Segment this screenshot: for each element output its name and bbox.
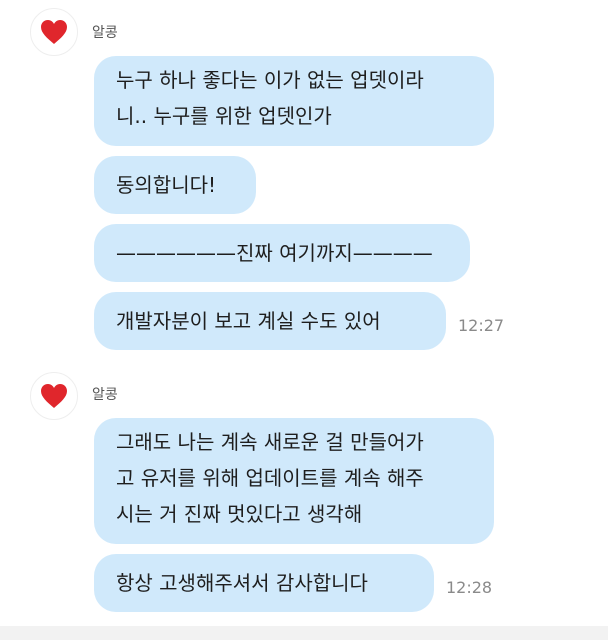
message-line: ——————진짜 여기까지———— <box>116 241 433 265</box>
heart-icon <box>41 20 67 44</box>
message-bubble[interactable]: 개발자분이 보고 계실 수도 있어 <box>94 292 446 350</box>
message-line: 항상 고생해주셔서 감사합니다 <box>116 571 368 595</box>
sender-name: 알콩 <box>92 25 118 41</box>
message-line: 누구 하나 좋다는 이가 없는 업뎃이라 <box>116 68 424 92</box>
message-timestamp: 12:28 <box>446 578 493 597</box>
avatar[interactable] <box>30 372 78 420</box>
avatar[interactable] <box>30 8 78 56</box>
heart-icon <box>41 384 67 408</box>
message-line: 그래도 나는 계속 새로운 걸 만들어가 <box>116 430 424 454</box>
message-timestamp: 12:27 <box>458 316 505 335</box>
message-line: 동의합니다! <box>116 173 217 197</box>
message-line: 니.. 누구를 위한 업뎃인가 <box>116 104 332 128</box>
message-bubble[interactable]: 항상 고생해주셔서 감사합니다 <box>94 554 434 612</box>
message-bubble[interactable]: 그래도 나는 계속 새로운 걸 만들어가 고 유저를 위해 업데이트를 계속 해… <box>94 418 494 544</box>
sender-name: 알콩 <box>92 387 118 403</box>
message-bubble[interactable]: ——————진짜 여기까지———— <box>94 224 470 282</box>
message-bubble[interactable]: 누구 하나 좋다는 이가 없는 업뎃이라 니.. 누구를 위한 업뎃인가 <box>94 56 494 146</box>
message-line: 시는 거 진짜 멋있다고 생각해 <box>116 502 363 526</box>
message-line: 개발자분이 보고 계실 수도 있어 <box>116 309 381 333</box>
message-line: 고 유저를 위해 업데이트를 계속 해주 <box>116 466 424 490</box>
message-bubble[interactable]: 동의합니다! <box>94 156 256 214</box>
bottom-divider <box>0 626 608 640</box>
